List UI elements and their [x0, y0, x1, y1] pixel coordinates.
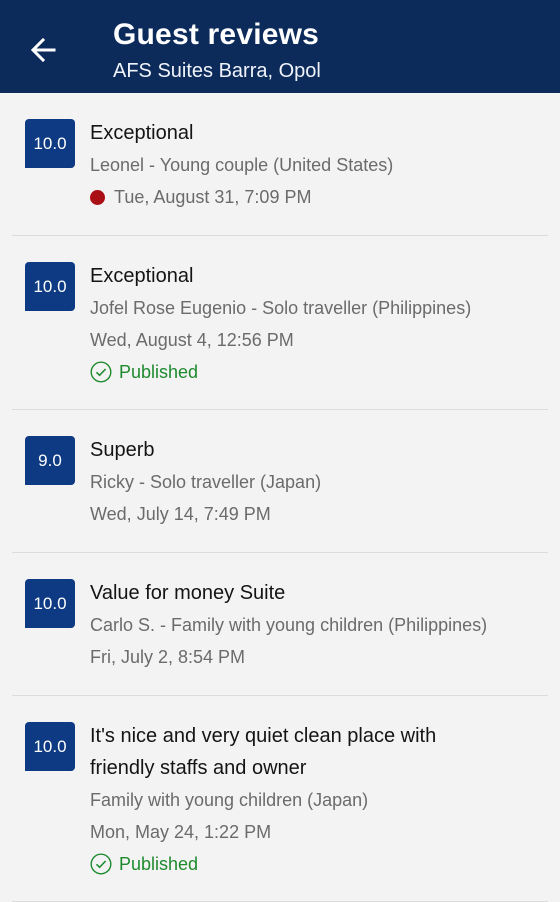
score-badge: 10.0: [25, 119, 75, 168]
reviewer-info: Leonel - Young couple (United States): [90, 155, 394, 175]
review-title: Exceptional: [90, 265, 194, 287]
reviewer-info: Carlo S. - Family with young children (P…: [90, 615, 488, 635]
review-date-row: Tue, August 31, 7:09 PM: [90, 181, 548, 213]
unread-dot-icon: [90, 189, 105, 205]
review-date: Wed, August 4, 12:56 PM: [90, 330, 294, 350]
review-item[interactable]: 10.0 It's nice and very quiet clean plac…: [12, 696, 548, 902]
review-list: 10.0 Exceptional Leonel - Young couple (…: [0, 93, 560, 902]
review-date: Mon, May 24, 1:22 PM: [90, 822, 272, 842]
page-title: Guest reviews: [113, 18, 320, 51]
back-button[interactable]: [20, 28, 66, 72]
review-item[interactable]: 10.0 Exceptional Leonel - Young couple (…: [12, 93, 548, 236]
review-item[interactable]: 9.0 Superb Ricky - Solo traveller (Japan…: [12, 410, 548, 553]
review-item[interactable]: 10.0 Exceptional Jofel Rose Eugenio - So…: [12, 236, 548, 410]
check-circle-icon: [90, 361, 112, 383]
review-title: Value for money Suite: [90, 582, 286, 604]
published-status: Published: [90, 848, 478, 880]
score-badge: 10.0: [25, 579, 75, 628]
review-item[interactable]: 10.0 Value for money Suite Carlo S. - Fa…: [12, 553, 548, 696]
review-title: Exceptional: [90, 122, 194, 144]
reviewer-info: Ricky - Solo traveller (Japan): [90, 472, 322, 492]
review-title: Superb: [90, 439, 155, 461]
review-date: Wed, July 14, 7:49 PM: [90, 504, 271, 524]
review-date: Tue, August 31, 7:09 PM: [114, 187, 312, 207]
review-title: It's nice and very quiet clean place wit…: [90, 725, 437, 779]
arrow-left-icon: [30, 37, 56, 63]
score-badge: 9.0: [25, 436, 75, 485]
published-status: Published: [90, 356, 548, 388]
app-header: Guest reviews AFS Suites Barra, Opol: [0, 0, 560, 93]
reviewer-info: Jofel Rose Eugenio - Solo traveller (Phi…: [90, 298, 472, 318]
score-badge: 10.0: [25, 722, 75, 771]
property-name: AFS Suites Barra, Opol: [113, 60, 321, 82]
reviewer-info: Family with young children (Japan): [90, 790, 369, 810]
score-badge: 10.0: [25, 262, 75, 311]
status-label: Published: [119, 362, 199, 382]
review-date: Fri, July 2, 8:54 PM: [90, 647, 246, 667]
check-circle-icon: [90, 853, 112, 875]
status-label: Published: [119, 854, 199, 874]
